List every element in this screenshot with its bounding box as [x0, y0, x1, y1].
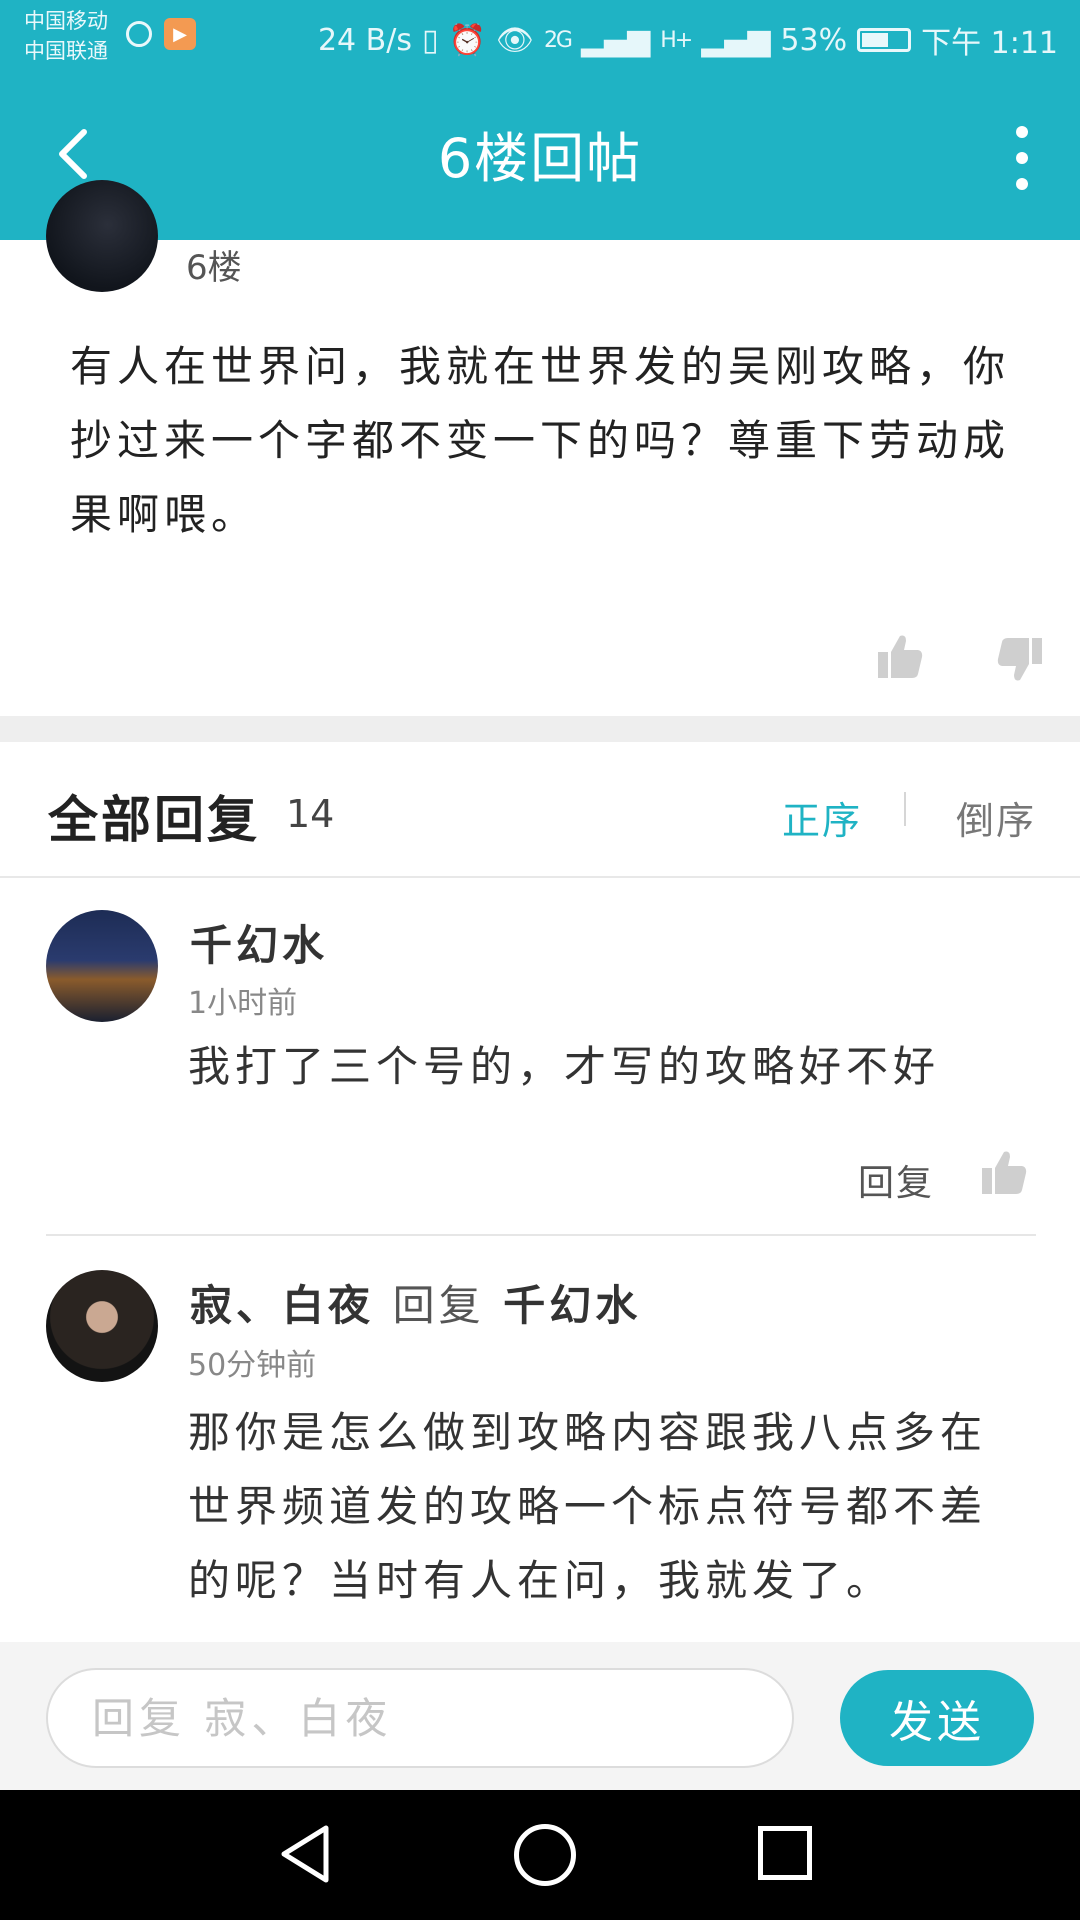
- status-bar: 中国移动 中国联通 ▶ 24 B/s ▯ ⏰ 👁 2G ▂▄▆ H+ ▂▄▆ 5…: [0, 0, 1080, 76]
- reply-divider: [46, 1234, 1036, 1236]
- post-body: 有人在世界问，我就在世界发的吴刚攻略，你抄过来一个字都不变一下的吗？尊重下劳动成…: [70, 342, 1011, 539]
- thumbs-up-icon[interactable]: [876, 632, 924, 680]
- reply-text: 我打了三个号的，才写的攻略好不好: [188, 1042, 941, 1091]
- floor-label: 6楼: [186, 248, 242, 288]
- replies-header: 全部回复 14 正序 倒序: [0, 742, 1080, 878]
- vibrate-icon: ▯: [421, 22, 439, 58]
- reply-time: 50分钟前: [188, 1348, 317, 1383]
- net-speed: 24 B/s: [317, 22, 412, 58]
- video-app-icon: ▶: [164, 18, 196, 50]
- reply-time: 1小时前: [188, 986, 298, 1021]
- signal-2g-label: 2G: [543, 27, 573, 53]
- page-title: 6楼回帖: [437, 127, 643, 190]
- thumbs-down-icon[interactable]: [996, 636, 1044, 684]
- carrier-1: 中国移动: [24, 9, 108, 33]
- sort-ascending-button[interactable]: 正序: [782, 790, 862, 845]
- signal-h-label: H+: [660, 27, 693, 53]
- reply-author[interactable]: 寂、白夜: [190, 1281, 374, 1330]
- signal-bars-icon-2: ▂▄▆: [701, 22, 771, 58]
- replies-count: 14: [286, 792, 335, 836]
- reply-to-user[interactable]: 千幻水: [503, 1281, 641, 1330]
- clock: 下午 1:11: [921, 26, 1058, 61]
- sort-descending-button[interactable]: 倒序: [956, 790, 1036, 845]
- reply-text: 那你是怎么做到攻略内容跟我八点多在世界频道发的攻略一个标点符号都不差的呢？当时有…: [188, 1408, 988, 1605]
- signal-bars-icon-1: ▂▄▆: [580, 22, 651, 58]
- replies-title: 全部回复: [48, 791, 260, 849]
- nav-recents-icon[interactable]: [758, 1826, 812, 1880]
- sort-divider: [904, 792, 906, 826]
- nav-back-icon[interactable]: [276, 1822, 334, 1886]
- reply-input[interactable]: [46, 1668, 794, 1768]
- op-avatar[interactable]: [46, 180, 158, 292]
- nav-home-icon[interactable]: [514, 1824, 576, 1886]
- reply-author-line: 寂、白夜 回复 千幻水: [190, 1272, 641, 1333]
- stopwatch-icon: [126, 21, 152, 47]
- section-gap: [0, 716, 1080, 742]
- eye-icon: 👁: [495, 22, 534, 58]
- thumbs-up-icon[interactable]: [980, 1148, 1028, 1196]
- reply-input-bar: 发送: [0, 1642, 1080, 1790]
- more-vertical-icon[interactable]: [1010, 126, 1034, 190]
- system-nav-bar: [0, 1790, 1080, 1920]
- reply-to-word: 回复: [392, 1281, 485, 1330]
- reply-author[interactable]: 千幻水: [190, 912, 328, 973]
- battery-percent: 53%: [780, 22, 848, 58]
- reply-avatar[interactable]: [46, 910, 158, 1022]
- send-button[interactable]: 发送: [840, 1670, 1034, 1766]
- carrier-2: 中国联通: [24, 39, 108, 63]
- reply-avatar[interactable]: [46, 1270, 158, 1382]
- battery-icon: [857, 28, 912, 52]
- app-bar: 6楼回帖: [0, 76, 1080, 240]
- reply-button[interactable]: 回复: [858, 1154, 934, 1206]
- alarm-icon: ⏰: [448, 22, 486, 58]
- carrier-info: 中国移动 中国联通: [24, 6, 108, 66]
